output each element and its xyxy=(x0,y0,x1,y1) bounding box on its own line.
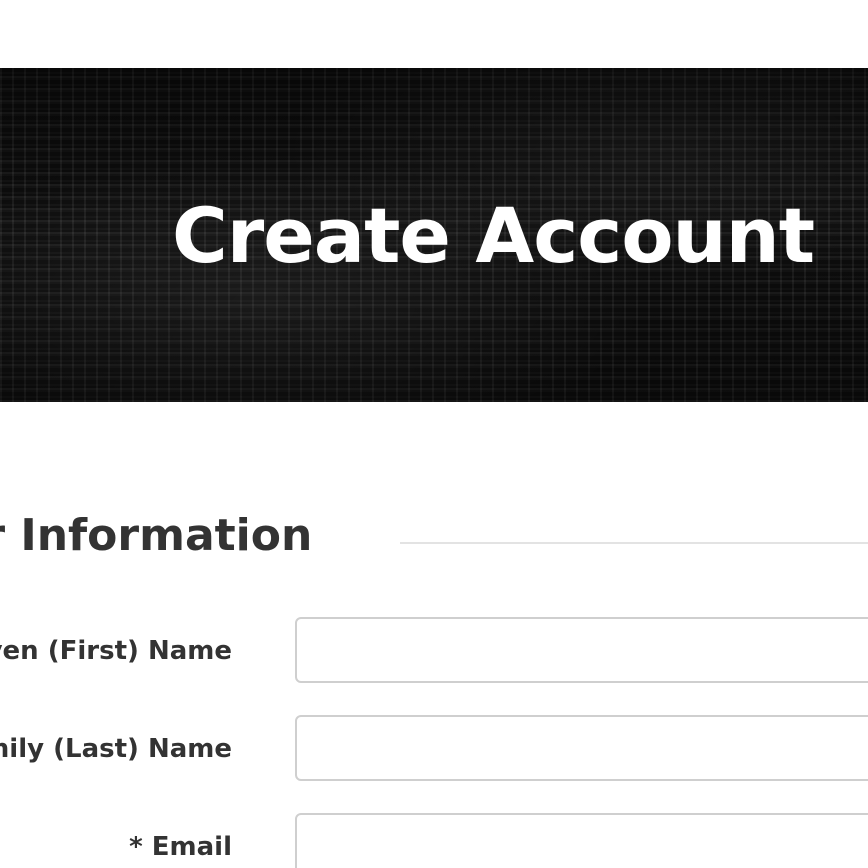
form-row-last-name: mily (Last) Name xyxy=(0,715,868,783)
email-label: * Email xyxy=(129,832,232,862)
last-name-label: mily (Last) Name xyxy=(0,734,232,764)
email-input[interactable] xyxy=(295,813,868,868)
section-divider xyxy=(400,542,868,544)
form-row-email: * Email xyxy=(0,813,868,868)
hero-banner: Create Account xyxy=(0,68,868,402)
section-heading-your-information: ur Information xyxy=(0,510,313,561)
last-name-input[interactable] xyxy=(295,715,868,781)
page-title: Create Account xyxy=(172,191,815,280)
first-name-input[interactable] xyxy=(295,617,868,683)
first-name-label: iven (First) Name xyxy=(0,636,232,666)
page: Create Account ur Information iven (Firs… xyxy=(0,0,868,868)
form-row-first-name: iven (First) Name xyxy=(0,617,868,685)
